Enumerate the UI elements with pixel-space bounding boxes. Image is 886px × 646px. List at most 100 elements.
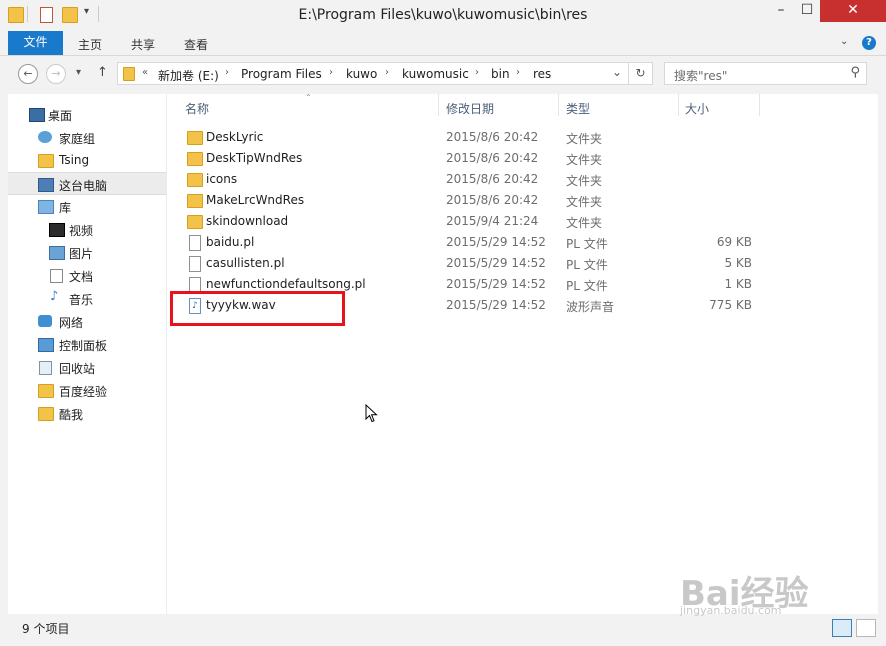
column-header-name[interactable]: 名称: [185, 100, 209, 117]
computer-icon: [38, 178, 54, 192]
recent-locations-button[interactable]: ▾: [76, 67, 81, 78]
chevron-right-icon[interactable]: ›: [329, 67, 333, 78]
file-date: 2015/8/6 20:42: [446, 172, 539, 186]
watermark-url: jingyan.baidu.com: [680, 604, 782, 617]
table-row[interactable]: icons 2015/8/6 20:42 文件夹: [177, 169, 877, 190]
sidebar-item-label: 百度经验: [59, 385, 108, 399]
file-icon: [189, 235, 201, 251]
sidebar-item-videos[interactable]: 视频: [8, 218, 166, 241]
column-header-date[interactable]: 修改日期: [446, 100, 494, 117]
close-button[interactable]: ✕: [820, 0, 886, 22]
sidebar-item-label: 桌面: [48, 109, 73, 123]
sidebar-item-label: 视频: [69, 224, 94, 238]
details-view-icon[interactable]: [832, 619, 852, 637]
column-divider[interactable]: [558, 94, 559, 116]
table-row[interactable]: DeskTipWndRes 2015/8/6 20:42 文件夹: [177, 148, 877, 169]
network-icon: [38, 315, 52, 327]
file-name: DeskTipWndRes: [206, 151, 303, 165]
tab-share[interactable]: 共享: [131, 36, 155, 53]
maximize-button[interactable]: ☐: [794, 0, 820, 21]
sidebar-item-libraries[interactable]: 库: [8, 195, 166, 218]
breadcrumb-drive[interactable]: 新加卷 (E:): [158, 67, 219, 84]
breadcrumb-kuwomusic[interactable]: kuwomusic: [402, 67, 469, 81]
navigation-pane: 桌面 家庭组 Tsing 这台电脑 库 视频 图片 文档 ♪ 音乐 网络 控制面…: [8, 94, 166, 614]
window-title: E:\Program Files\kuwo\kuwomusic\bin\res: [298, 7, 588, 23]
help-icon[interactable]: ?: [862, 36, 876, 50]
file-type: 文件夹: [566, 216, 603, 230]
tab-view[interactable]: 查看: [184, 36, 208, 53]
file-name: MakeLrcWndRes: [206, 193, 305, 207]
file-type: 文件夹: [566, 132, 603, 146]
sidebar-item-control-panel[interactable]: 控制面板: [8, 333, 166, 356]
sidebar-item-music[interactable]: ♪ 音乐: [8, 287, 166, 310]
folder-icon: [38, 407, 54, 421]
table-row[interactable]: casullisten.pl 2015/5/29 14:52 PL 文件 5 K…: [177, 253, 877, 274]
sidebar-item-recycle-bin[interactable]: 回收站: [8, 356, 166, 379]
search-icon[interactable]: ⚲: [850, 65, 860, 80]
search-placeholder: 搜索"res": [674, 69, 728, 83]
file-date: 2015/5/29 14:52: [446, 235, 546, 249]
file-date: 2015/5/29 14:52: [446, 277, 546, 291]
file-date: 2015/8/6 20:42: [446, 151, 539, 165]
address-bar[interactable]: « 新加卷 (E:) › Program Files › kuwo › kuwo…: [117, 62, 629, 85]
pictures-icon: [49, 246, 65, 260]
sidebar-item-kuwo[interactable]: 酷我: [8, 402, 166, 425]
table-row[interactable]: baidu.pl 2015/5/29 14:52 PL 文件 69 KB: [177, 232, 877, 253]
file-icon: [189, 256, 201, 272]
homegroup-icon: [38, 131, 52, 143]
file-name: skindownload: [206, 214, 289, 228]
sort-ascending-icon: ⌃: [305, 93, 312, 102]
file-date: 2015/9/4 21:24: [446, 214, 539, 228]
address-dropdown-icon[interactable]: ⌄: [612, 65, 622, 79]
column-divider[interactable]: [438, 94, 439, 116]
folder-icon: [187, 152, 203, 166]
sidebar-item-label: 酷我: [59, 408, 84, 422]
column-header-type[interactable]: 类型: [566, 100, 590, 117]
sidebar-item-network[interactable]: 网络: [8, 310, 166, 333]
tab-home[interactable]: 主页: [78, 36, 102, 53]
file-size: 1 KB: [724, 277, 752, 291]
file-size: 69 KB: [716, 235, 752, 249]
folder-icon: [38, 384, 54, 398]
sidebar-item-tsing[interactable]: Tsing: [8, 149, 166, 172]
sidebar-item-homegroup[interactable]: 家庭组: [8, 126, 166, 149]
forward-button[interactable]: →: [46, 64, 66, 84]
control-panel-icon: [38, 338, 54, 352]
minimize-button[interactable]: –: [768, 0, 794, 21]
table-row[interactable]: DeskLyric 2015/8/6 20:42 文件夹: [177, 127, 877, 148]
file-name: newfunctiondefaultsong.pl: [206, 277, 366, 291]
sidebar-item-pictures[interactable]: 图片: [8, 241, 166, 264]
up-button[interactable]: ↑: [97, 65, 108, 80]
file-type: 文件夹: [566, 153, 603, 167]
search-input[interactable]: 搜索"res" ⚲: [664, 62, 867, 85]
chevron-right-icon[interactable]: ›: [475, 67, 479, 78]
chevron-right-icon[interactable]: ›: [516, 67, 520, 78]
folder-icon: [187, 215, 203, 229]
column-divider[interactable]: [759, 94, 760, 116]
refresh-button[interactable]: ↻: [629, 62, 653, 85]
sidebar-item-label: Tsing: [59, 153, 90, 167]
sidebar-item-baidu-jingyan[interactable]: 百度经验: [8, 379, 166, 402]
chevron-right-icon[interactable]: ›: [385, 67, 389, 78]
chevron-right-icon[interactable]: ›: [225, 67, 229, 78]
sidebar-item-documents[interactable]: 文档: [8, 264, 166, 287]
library-icon: [38, 200, 54, 214]
column-divider[interactable]: [678, 94, 679, 116]
tab-file[interactable]: 文件: [8, 31, 63, 55]
column-header-size[interactable]: 大小: [685, 100, 709, 117]
table-row[interactable]: MakeLrcWndRes 2015/8/6 20:42 文件夹: [177, 190, 877, 211]
breadcrumb-res[interactable]: res: [533, 67, 551, 81]
breadcrumb-program-files[interactable]: Program Files: [241, 67, 322, 81]
breadcrumb-bin[interactable]: bin: [491, 67, 510, 81]
back-button[interactable]: ←: [18, 64, 38, 84]
mouse-cursor-icon: [365, 404, 378, 423]
expand-ribbon-icon[interactable]: ⌄: [840, 36, 848, 47]
sidebar-item-label: 文档: [69, 270, 94, 284]
sidebar-item-this-pc[interactable]: 这台电脑: [8, 172, 166, 195]
sidebar-item-desktop[interactable]: 桌面: [8, 103, 166, 126]
file-list: ⌃ 名称 修改日期 类型 大小 DeskLyric 2015/8/6 20:42…: [167, 93, 878, 614]
breadcrumb-kuwo[interactable]: kuwo: [346, 67, 377, 81]
breadcrumb-overflow[interactable]: «: [142, 67, 148, 78]
large-icons-view-icon[interactable]: [856, 619, 876, 637]
table-row[interactable]: skindownload 2015/9/4 21:24 文件夹: [177, 211, 877, 232]
